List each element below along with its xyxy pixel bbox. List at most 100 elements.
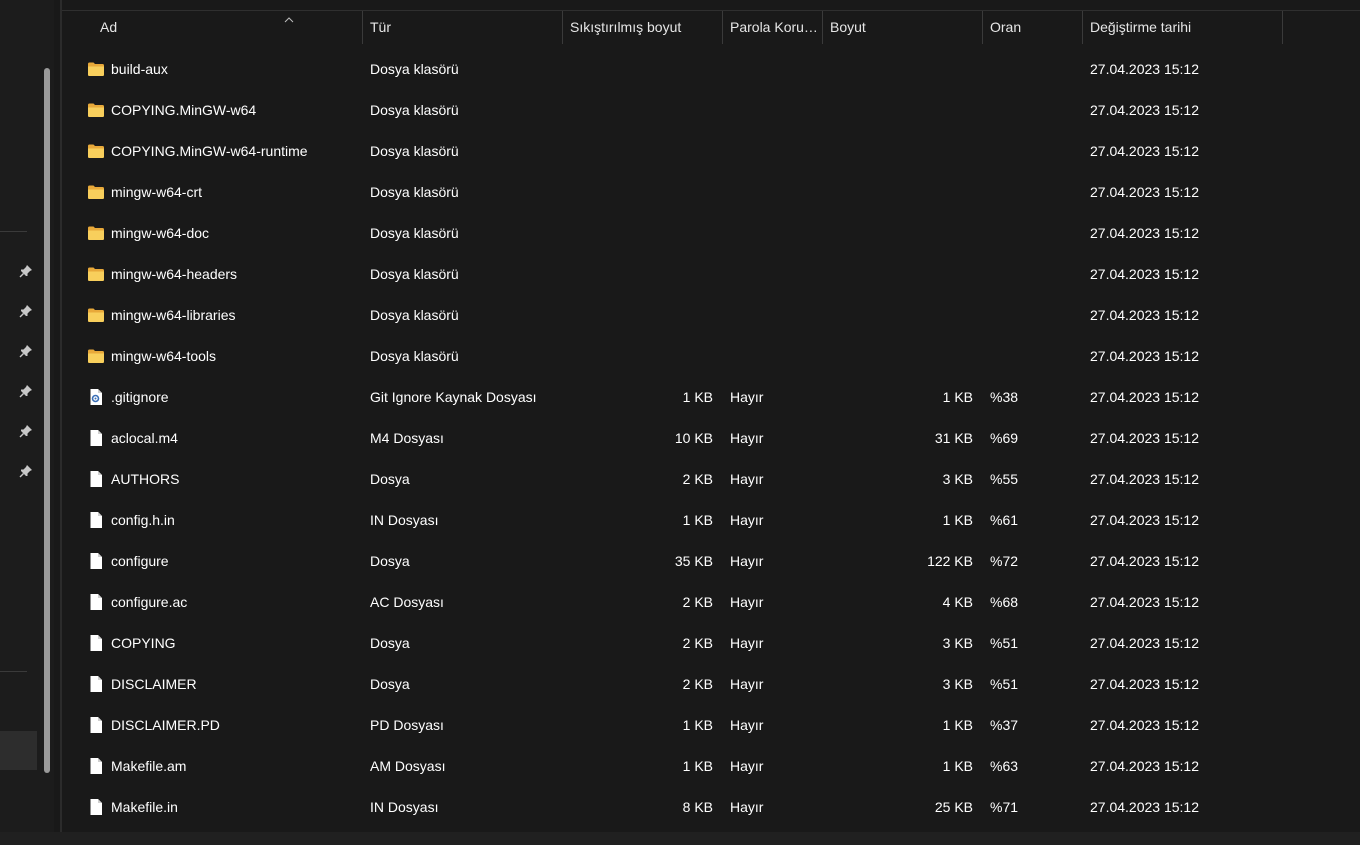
nav-selected-item[interactable] <box>0 731 37 770</box>
pin-icon[interactable] <box>19 384 33 398</box>
file-type: Dosya klasörü <box>370 307 459 323</box>
column-header-type[interactable]: Tür <box>363 11 563 44</box>
column-header-password-protected[interactable]: Parola Koru… <box>723 11 823 44</box>
folder-row[interactable]: mingw-w64-libraries Dosya klasörü 27.04.20… <box>62 295 1360 336</box>
compression-ratio: %55 <box>990 471 1019 487</box>
folder-row[interactable]: mingw-w64-doc Dosya klasörü 27.04.2023 15:… <box>62 213 1360 254</box>
pin-icon[interactable] <box>19 464 33 478</box>
file-type: Dosya klasörü <box>370 348 459 364</box>
file-size: 4 KB <box>942 594 973 610</box>
compression-ratio: %69 <box>990 430 1019 446</box>
file-size <box>822 172 973 213</box>
file-row[interactable]: DISCLAIMER Dosya 2 KB Hayır 3 KB %51 27.04.202… <box>62 664 1360 705</box>
folder-row[interactable]: mingw-w64-tools Dosya klasörü 27.04.2023 1… <box>62 336 1360 377</box>
pin-icon[interactable] <box>19 424 33 438</box>
file-icon <box>90 430 102 446</box>
modified-date: 27.04.2023 15:12 <box>1090 799 1199 815</box>
file-icon <box>90 676 102 692</box>
modified-date: 27.04.2023 15:12 <box>1090 184 1199 200</box>
compressed-size <box>562 49 713 90</box>
modified-date: 27.04.2023 15:12 <box>1090 225 1199 241</box>
folder-row[interactable]: build-aux Dosya klasörü 27.04.2023 15:12 <box>62 49 1360 90</box>
compressed-size: 1 KB <box>682 512 713 528</box>
password-protected: Hayır <box>730 512 764 528</box>
password-protected: Hayır <box>730 676 764 692</box>
file-size: 3 KB <box>942 676 973 692</box>
folder-icon <box>88 349 104 363</box>
modified-date: 27.04.2023 15:12 <box>1090 143 1199 159</box>
file-name: COPYING.MinGW-w64 <box>111 102 257 118</box>
compression-ratio: %72 <box>990 553 1019 569</box>
file-type: Dosya <box>370 676 410 692</box>
file-icon <box>90 471 102 487</box>
file-name: mingw-w64-tools <box>111 348 217 364</box>
column-header-name[interactable]: Ad <box>62 11 363 44</box>
modified-date: 27.04.2023 15:12 <box>1090 676 1199 692</box>
column-header-compressed-size[interactable]: Sıkıştırılmış boyut <box>563 11 723 44</box>
file-icon <box>90 717 102 733</box>
compressed-size: 2 KB <box>682 471 713 487</box>
file-name: DISCLAIMER.PD <box>111 717 220 733</box>
file-row[interactable]: DISCLAIMER.PD PD Dosyası 1 KB Hayır 1 KB %37 2… <box>62 705 1360 746</box>
modified-date: 27.04.2023 15:12 <box>1090 389 1199 405</box>
file-row[interactable]: .gitignore Git Ignore Kaynak Dosyası 1 KB H… <box>62 377 1360 418</box>
folder-icon <box>88 267 104 281</box>
file-name: mingw-w64-headers <box>111 266 238 282</box>
file-name: Makefile.am <box>111 758 187 774</box>
file-size <box>822 254 973 295</box>
file-icon <box>90 799 102 815</box>
password-protected: Hayır <box>730 594 764 610</box>
password-protected: Hayır <box>730 717 764 733</box>
compressed-size: 35 KB <box>674 553 713 569</box>
compressed-size <box>562 295 713 336</box>
file-name: config.h.in <box>111 512 175 528</box>
file-row[interactable]: Makefile.am AM Dosyası 1 KB Hayır 1 KB %63 27.… <box>62 746 1360 787</box>
compression-ratio: %63 <box>990 758 1019 774</box>
nav-scrollbar-thumb[interactable] <box>44 68 50 773</box>
file-type: Git Ignore Kaynak Dosyası <box>370 389 537 405</box>
folder-row[interactable]: mingw-w64-crt Dosya klasörü 27.04.2023 15:… <box>62 172 1360 213</box>
column-header-modified-date[interactable]: Değiştirme tarihi <box>1083 11 1283 44</box>
modified-date: 27.04.2023 15:12 <box>1090 471 1199 487</box>
compressed-size <box>562 254 713 295</box>
file-row[interactable]: configure.ac AC Dosyası 2 KB Hayır 4 KB %68 27… <box>62 582 1360 623</box>
file-row[interactable]: Makefile.in IN Dosyası 8 KB Hayır 25 KB %71 27… <box>62 787 1360 828</box>
file-size <box>822 213 973 254</box>
compression-ratio: %51 <box>990 635 1019 651</box>
file-row[interactable]: configure Dosya 35 KB Hayır 122 KB %72 27.04.2… <box>62 541 1360 582</box>
file-size: 1 KB <box>942 512 973 528</box>
file-row[interactable]: config.h.in IN Dosyası 1 KB Hayır 1 KB %61 27.… <box>62 500 1360 541</box>
file-row[interactable]: AUTHORS Dosya 2 KB Hayır 3 KB %55 27.04.2023 1… <box>62 459 1360 500</box>
pin-icon[interactable] <box>19 344 33 358</box>
file-row[interactable]: aclocal.m4 M4 Dosyası 10 KB Hayır 31 KB %69 27… <box>62 418 1360 459</box>
file-size: 3 KB <box>942 471 973 487</box>
modified-date: 27.04.2023 15:12 <box>1090 758 1199 774</box>
folder-row[interactable]: COPYING.MinGW-w64 Dosya klasörü 27.04.2023… <box>62 90 1360 131</box>
modified-date: 27.04.2023 15:12 <box>1090 553 1199 569</box>
column-header-size[interactable]: Boyut <box>823 11 983 44</box>
compressed-size <box>562 336 713 377</box>
file-icon <box>90 594 102 610</box>
file-name: aclocal.m4 <box>111 430 178 446</box>
file-type: IN Dosyası <box>370 799 439 815</box>
file-type: Dosya <box>370 471 410 487</box>
folder-icon <box>88 226 104 240</box>
file-type: Dosya klasörü <box>370 61 459 77</box>
modified-date: 27.04.2023 15:12 <box>1090 717 1199 733</box>
file-type: AM Dosyası <box>370 758 446 774</box>
folder-row[interactable]: COPYING.MinGW-w64-runtime Dosya klasörü 27… <box>62 131 1360 172</box>
folder-row[interactable]: mingw-w64-headers Dosya klasörü 27.04.2023… <box>62 254 1360 295</box>
compressed-size: 10 KB <box>674 430 713 446</box>
compressed-size: 1 KB <box>682 717 713 733</box>
modified-date: 27.04.2023 15:12 <box>1090 635 1199 651</box>
compressed-size: 2 KB <box>682 594 713 610</box>
column-header-ratio[interactable]: Oran <box>983 11 1083 44</box>
file-type: PD Dosyası <box>370 717 444 733</box>
pin-icon[interactable] <box>19 304 33 318</box>
pin-icon[interactable] <box>19 264 33 278</box>
file-size <box>822 295 973 336</box>
compressed-size: 8 KB <box>682 799 713 815</box>
column-header-row: Ad Tür Sıkıştırılmış boyut Parola Koru… … <box>62 10 1360 44</box>
file-row[interactable]: COPYING Dosya 2 KB Hayır 3 KB %51 27.04.2023 1… <box>62 623 1360 664</box>
file-name: COPYING <box>111 635 176 651</box>
